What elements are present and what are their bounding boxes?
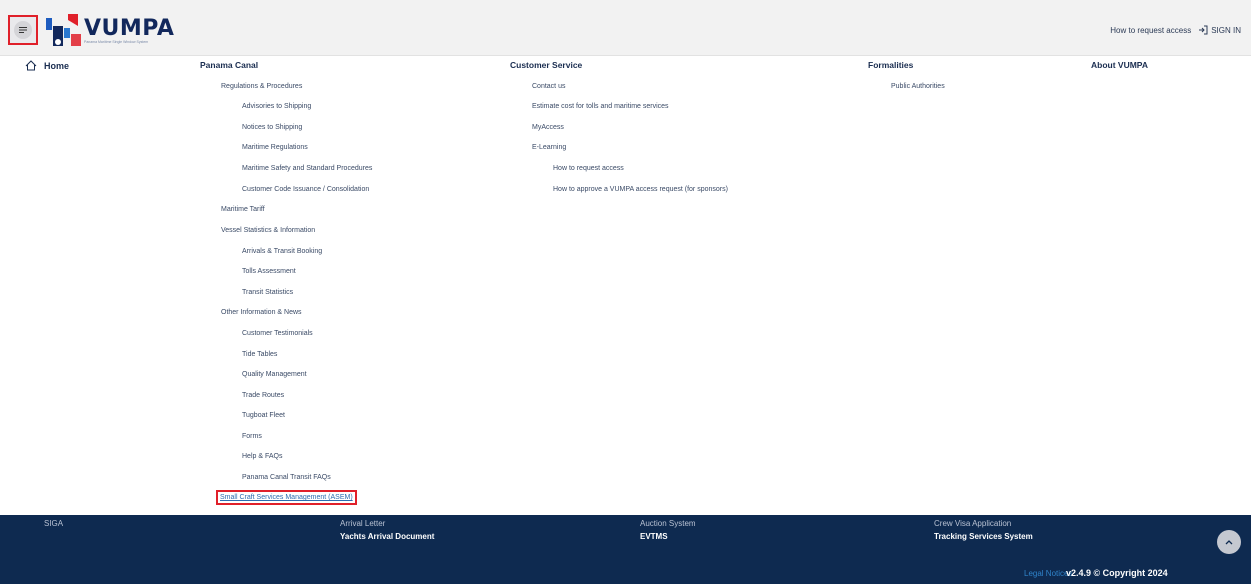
- footer-link-tracking-services[interactable]: Tracking Services System: [934, 532, 1033, 541]
- menu-item-trade-routes[interactable]: Trade Routes: [242, 392, 284, 399]
- header-actions: How to request access SIGN IN: [1110, 25, 1241, 35]
- mega-menu: Home Panama Canal Regulations & Procedur…: [0, 55, 1251, 515]
- logo-text: VUMPA: [84, 16, 175, 41]
- menu-item-customer-testimonials[interactable]: Customer Testimonials: [242, 330, 313, 337]
- footer-link-arrival-letter[interactable]: Arrival Letter: [340, 519, 385, 528]
- menu-heading-formalities[interactable]: Formalities: [868, 60, 913, 70]
- menu-item-transit-faqs[interactable]: Panama Canal Transit FAQs: [242, 474, 331, 481]
- menu-item-myaccess[interactable]: MyAccess: [532, 124, 564, 131]
- menu-item-tide-tables[interactable]: Tide Tables: [242, 351, 277, 358]
- menu-item-forms[interactable]: Forms: [242, 433, 262, 440]
- menu-item-arrivals-transit-booking[interactable]: Arrivals & Transit Booking: [242, 248, 322, 255]
- footer: SIGA Arrival Letter Yachts Arrival Docum…: [0, 515, 1251, 584]
- request-access-link[interactable]: How to request access: [1110, 26, 1191, 35]
- menu-item-customer-code[interactable]: Customer Code Issuance / Consolidation: [242, 186, 369, 193]
- sign-in-label: SIGN IN: [1211, 25, 1241, 35]
- menu-item-help-faqs[interactable]: Help & FAQs: [242, 453, 282, 460]
- version-copyright: v2.4.9 © Copyright 2024: [1066, 568, 1168, 578]
- menu-heading-customer-service[interactable]: Customer Service: [510, 60, 582, 70]
- nav-home-label: Home: [44, 60, 70, 71]
- menu-item-e-learning[interactable]: E-Learning: [532, 144, 566, 151]
- footer-link-yachts-arrival[interactable]: Yachts Arrival Document: [340, 532, 434, 541]
- menu-item-how-to-request-access[interactable]: How to request access: [553, 165, 624, 172]
- top-header: VUMPA Panama Maritime Single Window Syst…: [0, 0, 1251, 56]
- menu-item-how-to-approve[interactable]: How to approve a VUMPA access request (f…: [553, 186, 728, 193]
- chevron-up-icon: [1225, 540, 1233, 545]
- sign-in-icon: [1199, 25, 1208, 35]
- logo-subtitle: Panama Maritime Single Window System: [84, 40, 149, 44]
- footer-link-evtms[interactable]: EVTMS: [640, 532, 668, 541]
- menu-item-vessel-statistics[interactable]: Vessel Statistics & Information: [221, 227, 315, 234]
- menu-item-maritime-tariff[interactable]: Maritime Tariff: [221, 206, 265, 213]
- footer-link-auction-system[interactable]: Auction System: [640, 519, 696, 528]
- menu-item-maritime-safety[interactable]: Maritime Safety and Standard Procedures: [242, 165, 372, 172]
- menu-heading-panama-canal[interactable]: Panama Canal: [200, 60, 258, 70]
- footer-link-siga[interactable]: SIGA: [44, 519, 63, 528]
- menu-button[interactable]: [8, 15, 38, 45]
- menu-item-tolls-assessment[interactable]: Tolls Assessment: [242, 268, 296, 275]
- menu-item-advisories-to-shipping[interactable]: Advisories to Shipping: [242, 103, 311, 110]
- menu-item-maritime-regulations[interactable]: Maritime Regulations: [242, 144, 308, 151]
- menu-item-other-information[interactable]: Other Information & News: [221, 309, 302, 316]
- menu-item-notices-to-shipping[interactable]: Notices to Shipping: [242, 124, 302, 131]
- menu-item-public-authorities[interactable]: Public Authorities: [891, 83, 945, 90]
- footer-link-crew-visa[interactable]: Crew Visa Application: [934, 519, 1011, 528]
- nav-home[interactable]: Home: [25, 60, 69, 71]
- menu-item-regulations-procedures[interactable]: Regulations & Procedures: [221, 83, 302, 90]
- sign-in-button[interactable]: SIGN IN: [1198, 25, 1241, 35]
- menu-item-quality-management[interactable]: Quality Management: [242, 371, 307, 378]
- menu-item-asem[interactable]: Small Craft Services Management (ASEM): [216, 490, 357, 505]
- menu-item-estimate-cost[interactable]: Estimate cost for tolls and maritime ser…: [532, 103, 669, 110]
- menu-icon: [14, 21, 32, 39]
- menu-item-transit-statistics[interactable]: Transit Statistics: [242, 289, 293, 296]
- menu-item-contact-us[interactable]: Contact us: [532, 83, 565, 90]
- logo-mark-icon: [46, 14, 81, 46]
- scroll-to-top-button[interactable]: [1217, 530, 1241, 554]
- vumpa-logo[interactable]: VUMPA Panama Maritime Single Window Syst…: [44, 12, 174, 48]
- menu-item-tugboat-fleet[interactable]: Tugboat Fleet: [242, 412, 285, 419]
- home-icon: [25, 60, 37, 71]
- menu-heading-about-vumpa[interactable]: About VUMPA: [1091, 60, 1148, 70]
